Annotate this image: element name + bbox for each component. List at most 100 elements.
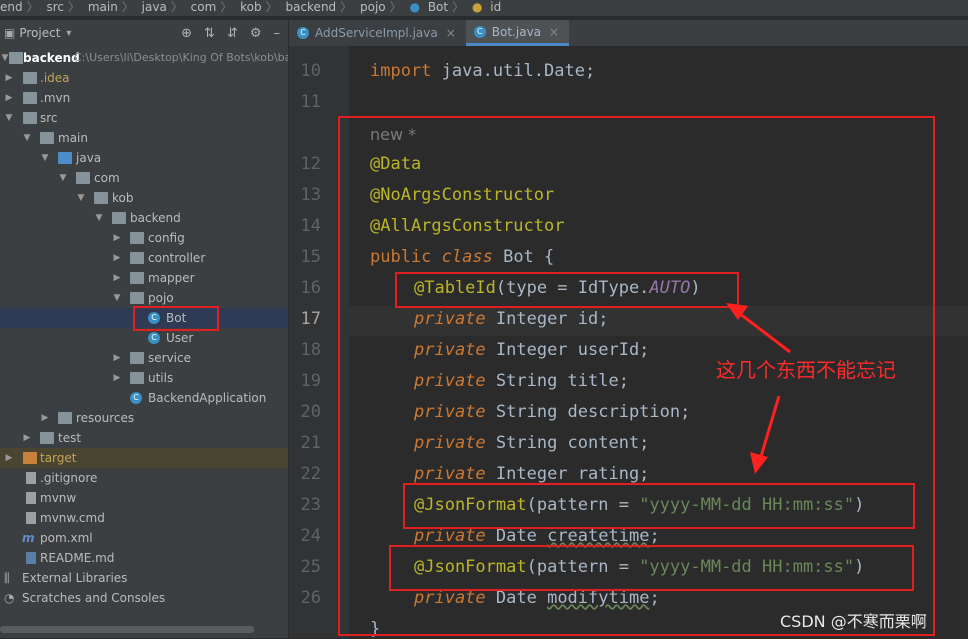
package-icon: [76, 172, 90, 184]
minimize-icon[interactable]: –: [274, 26, 281, 41]
tree-item-test[interactable]: ▶ test: [0, 428, 288, 448]
tree-item-label: main: [58, 131, 88, 145]
breadcrumb: end 〉 src 〉 main 〉 java 〉 com 〉 kob 〉 backend 〉…: [0, 0, 968, 17]
line-number: 10: [300, 61, 321, 81]
close-icon[interactable]: ×: [446, 26, 456, 40]
package-icon: [130, 232, 144, 244]
crumb-4[interactable]: com: [191, 0, 217, 14]
chevron-down-icon[interactable]: ▼: [112, 288, 122, 308]
tree-item-controller[interactable]: ▶ controller: [0, 248, 288, 268]
tab-addserviceimpl[interactable]: C AddServiceImpl.java ×: [289, 20, 466, 46]
line-number: 25: [300, 557, 321, 577]
tree-item-target[interactable]: ▶ target: [0, 448, 288, 468]
tree-item-mvn[interactable]: ▶ .mvn: [0, 88, 288, 108]
tree-item-idea[interactable]: ▶ .idea: [0, 68, 288, 88]
tree-item-external-libraries[interactable]: ⫼ External Libraries: [0, 568, 288, 588]
line-number: 18: [300, 340, 321, 360]
tree-item-backendapplication[interactable]: C BackendApplication: [0, 388, 288, 408]
expand-all-icon[interactable]: ⇅: [204, 26, 215, 41]
chevron-right-icon[interactable]: ▶: [40, 408, 50, 428]
close-icon[interactable]: ×: [549, 25, 559, 39]
class-icon: C: [148, 332, 160, 344]
chevron-right-icon[interactable]: ▶: [4, 448, 14, 468]
file-icon: [26, 472, 36, 484]
tree-item-backend-root[interactable]: ▼ backend C:\Users\li\Desktop\King Of Bo…: [0, 48, 288, 68]
crumb-6[interactable]: backend: [285, 0, 336, 14]
code-text: java.util.Date;: [431, 61, 596, 81]
chevron-right-icon[interactable]: ▶: [112, 268, 122, 288]
chevron-right-icon[interactable]: ▶: [22, 428, 32, 448]
libraries-icon: ⫼: [4, 571, 10, 585]
crumb-0[interactable]: end: [0, 0, 23, 14]
chevron-down-icon[interactable]: ▼: [94, 208, 104, 228]
line-number: 11: [300, 92, 321, 112]
project-view-dropdown[interactable]: Project: [19, 26, 60, 40]
chevron-down-icon[interactable]: ▼: [40, 148, 50, 168]
tree-item-com[interactable]: ▼ com: [0, 168, 288, 188]
tree-item-label: BackendApplication: [148, 391, 267, 405]
folder-icon: [40, 432, 54, 444]
line-number: 24: [300, 526, 321, 546]
chevron-right-icon[interactable]: ▶: [4, 68, 14, 88]
crumb-7[interactable]: pojo: [360, 0, 386, 14]
chevron-down-icon[interactable]: ▼: [22, 128, 32, 148]
collapse-all-icon[interactable]: ⇵: [227, 26, 238, 41]
tab-label: Bot.java: [491, 24, 542, 39]
chevron-right-icon[interactable]: ▶: [112, 248, 122, 268]
locate-icon[interactable]: ⊕: [181, 26, 192, 41]
chevron-down-icon[interactable]: ▼: [76, 188, 86, 208]
tree-item-mvnw[interactable]: mvnw: [0, 488, 288, 508]
tree-item-readme[interactable]: README.md: [0, 548, 288, 568]
tree-item-label: .gitignore: [40, 471, 98, 485]
crumb-5[interactable]: kob: [240, 0, 261, 14]
highlight-box-jsonformat-1: [403, 483, 915, 529]
markdown-icon: [26, 552, 36, 564]
tree-item-java[interactable]: ▼ java: [0, 148, 288, 168]
tree-item-scratches[interactable]: ◔ Scratches and Consoles: [0, 588, 288, 608]
package-icon: [130, 252, 144, 264]
crumb-2[interactable]: main: [88, 0, 118, 14]
tree-item-mapper[interactable]: ▶ mapper: [0, 268, 288, 288]
tab-bot[interactable]: C Bot.java ×: [465, 20, 570, 46]
tree-item-mvnw-cmd[interactable]: mvnw.cmd: [0, 508, 288, 528]
chevron-down-icon[interactable]: ▼: [4, 108, 14, 128]
crumb-8[interactable]: Bot: [428, 0, 448, 14]
file-icon: [26, 512, 36, 524]
crumb-3[interactable]: java: [142, 0, 167, 14]
tree-item-label: User: [166, 331, 194, 345]
chevron-right-icon[interactable]: ▶: [112, 368, 122, 388]
tree-item-utils[interactable]: ▶ utils: [0, 368, 288, 388]
chevron-right-icon[interactable]: ▶: [112, 228, 122, 248]
tree-item-label: target: [40, 451, 77, 465]
tree-item-label: service: [148, 351, 191, 365]
chevron-down-icon[interactable]: ▼: [58, 168, 68, 188]
horizontal-scrollbar[interactable]: [0, 626, 254, 633]
excluded-folder-icon: [23, 452, 37, 464]
line-number: 19: [300, 371, 321, 391]
tree-item-main[interactable]: ▼ main: [0, 128, 288, 148]
chevron-right-icon[interactable]: ▶: [112, 348, 122, 368]
line-number: 23: [300, 495, 321, 515]
chevron-right-icon[interactable]: ▶: [4, 88, 14, 108]
line-number: 15: [300, 247, 321, 267]
tree-item-src[interactable]: ▼ src: [0, 108, 288, 128]
tree-item-pom[interactable]: m pom.xml: [0, 528, 288, 548]
tree-item-service[interactable]: ▶ service: [0, 348, 288, 368]
tree-item-gitignore[interactable]: .gitignore: [0, 468, 288, 488]
tree-item-label: src: [40, 111, 58, 125]
tree-item-kob[interactable]: ▼ kob: [0, 188, 288, 208]
tree-item-label: mvnw: [40, 491, 77, 505]
tree-item-config[interactable]: ▶ config: [0, 228, 288, 248]
folder-icon: [23, 72, 37, 84]
tree-item-user[interactable]: C User: [0, 328, 288, 348]
tree-item-backend[interactable]: ▼ backend: [0, 208, 288, 228]
folder-icon: [23, 92, 37, 104]
gear-icon[interactable]: ⚙: [250, 26, 262, 41]
tree-item-pojo[interactable]: ▼ pojo: [0, 288, 288, 308]
crumb-9[interactable]: id: [490, 0, 501, 14]
code-line-import[interactable]: import java.util.Date;: [370, 61, 595, 81]
crumb-1[interactable]: src: [46, 0, 64, 14]
chevron-down-icon[interactable]: ▾: [66, 28, 71, 39]
field-icon: ●: [471, 0, 483, 14]
tree-item-resources[interactable]: ▶ resources: [0, 408, 288, 428]
